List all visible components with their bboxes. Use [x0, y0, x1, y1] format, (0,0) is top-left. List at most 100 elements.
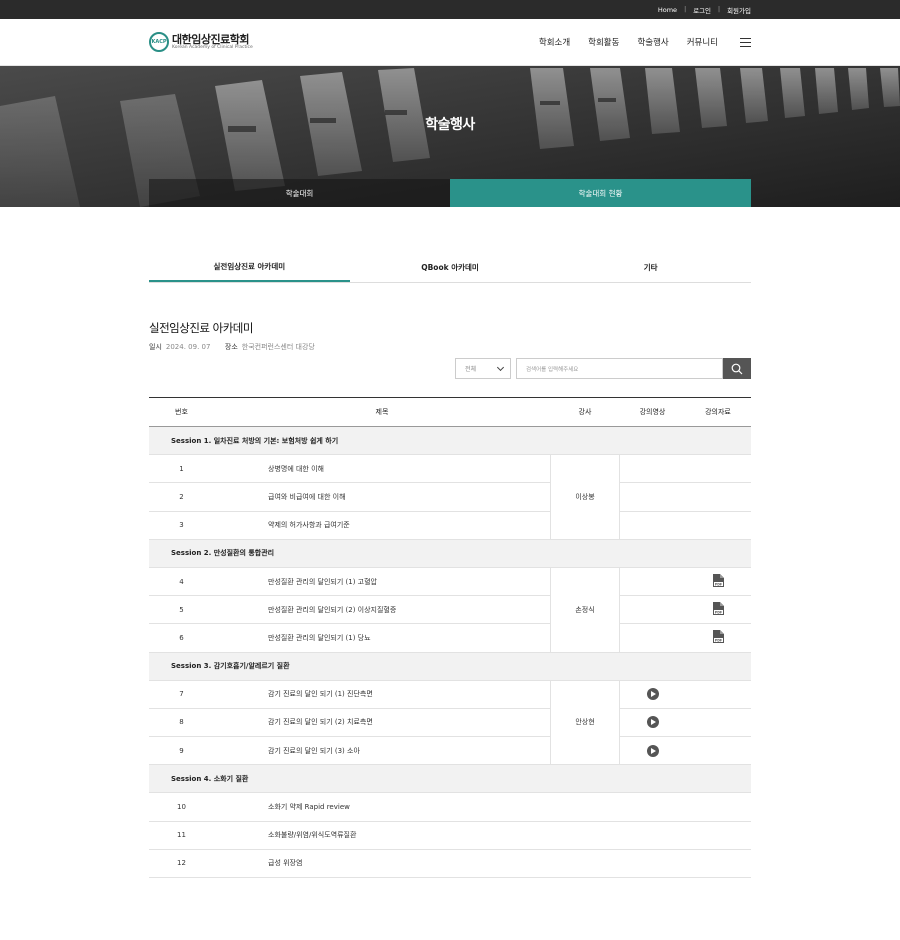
row-number: 11 [177, 831, 186, 840]
table-row[interactable]: 9 감기 진료의 달인 되기 (3) 소아 [149, 737, 751, 766]
nav-item-events[interactable]: 학술행사 [637, 36, 668, 48]
row-title[interactable]: 소화불량/위염/위식도역류질환 [214, 830, 550, 840]
divider: | [718, 6, 721, 13]
event-place: 한국컨퍼런스센터 대강당 [241, 343, 315, 351]
lecturer-name: 손정식 [550, 567, 620, 652]
row-number: 12 [177, 859, 186, 868]
play-icon[interactable] [646, 744, 659, 757]
nav-item-community[interactable]: 커뮤니티 [687, 36, 718, 48]
page-title: 학술행사 [425, 117, 475, 133]
logo-mark: KACP [149, 32, 169, 52]
col-material: 강의자료 [705, 408, 731, 416]
svg-text:PDF: PDF [714, 582, 721, 586]
pdf-icon[interactable]: PDF [712, 574, 724, 589]
hero-tabs: 학술대회 학술대회 현황 [149, 179, 751, 207]
event-info: 실전임상진료 아카데미 일시 2024. 09. 07 장소 한국컨퍼런스센터 대강… [149, 320, 315, 352]
session-title: Session 3. 감기호흡기/알레르기 질환 [171, 662, 290, 671]
col-video: 강의영상 [639, 408, 666, 416]
col-no: 번호 [175, 408, 188, 416]
select-value: 전체 [465, 366, 477, 373]
nav-item-about[interactable]: 학회소개 [539, 36, 570, 48]
search-icon [731, 363, 743, 374]
row-number: 7 [179, 690, 184, 699]
row-title[interactable]: 급성 위장염 [214, 858, 550, 868]
table-row[interactable]: 5 만성질환 관리의 달인되기 (2) 이상지질혈증 PDF [149, 596, 751, 625]
place-label: 장소 [224, 343, 238, 351]
search-button[interactable] [723, 358, 751, 379]
row-number: 4 [179, 577, 184, 586]
pdf-icon[interactable]: PDF [712, 630, 724, 645]
session-title: Session 4. 소화기 질환 [171, 774, 249, 783]
table-row[interactable]: 10 소화기 약제 Rapid review [149, 793, 751, 822]
row-title[interactable]: 약제의 허가사항과 급여기준 [214, 520, 550, 530]
row-title[interactable]: 만성질환 관리의 달인되기 (2) 이상지질혈증 [214, 605, 550, 615]
table-row[interactable]: 11 소화불량/위염/위식도역류질환 [149, 822, 751, 850]
site-logo[interactable]: KACP 대한임상진료학회 Korean Academy of Clinical… [149, 32, 253, 52]
row-video-cell [620, 744, 685, 757]
table-row[interactable]: 1 상병명에 대한 이해 [149, 455, 751, 484]
logo-name-en: Korean Academy of Clinical Practice [172, 44, 253, 50]
site-header: KACP 대한임상진료학회 Korean Academy of Clinical… [0, 19, 900, 66]
table-row[interactable]: 3 약제의 허가사항과 급여기준 [149, 512, 751, 540]
lecture-table: 번호 제목 강사 강의영상 강의자료 Session 1. 일차진료 처방의 기… [149, 397, 751, 878]
logo-name-ko: 대한임상진료학회 [172, 32, 249, 46]
utility-bar: Home | 로그인 | 회원가입 [0, 0, 900, 19]
row-number: 2 [179, 492, 184, 501]
row-material-cell: PDF [685, 602, 751, 617]
table-row[interactable]: 6 만성질환 관리의 달인되기 (1) 당뇨 PDF [149, 624, 751, 653]
row-title[interactable]: 급여와 비급여에 대한 이해 [214, 492, 550, 502]
tab-etc[interactable]: 기타 [550, 252, 751, 282]
row-title[interactable]: 상병명에 대한 이해 [214, 464, 550, 474]
col-title: 제목 [375, 408, 389, 416]
row-title[interactable]: 소화기 약제 Rapid review [214, 802, 550, 812]
row-title[interactable]: 만성질환 관리의 달인되기 (1) 당뇨 [214, 633, 550, 643]
divider: | [684, 6, 687, 13]
tab-conference-status[interactable]: 학술대회 현황 [450, 179, 751, 207]
svg-text:PDF: PDF [714, 639, 721, 643]
play-icon[interactable] [646, 716, 659, 729]
tab-clinical-academy[interactable]: 실전임상진료 아카데미 [149, 252, 350, 282]
event-date: 2024. 09. 07 [165, 343, 211, 351]
join-link[interactable]: 회원가입 [727, 5, 751, 15]
table-row[interactable]: 7 감기 진료의 달인 되기 (1) 진단측면 [149, 681, 751, 709]
lecturer-name: 안상현 [550, 680, 620, 765]
col-lecturer: 강사 [578, 408, 592, 416]
row-title[interactable]: 감기 진료의 달인 되기 (2) 치료측면 [214, 717, 550, 727]
row-number: 5 [179, 605, 184, 614]
search-bar: 전체 검색어를 입력해주세요 [455, 358, 751, 379]
table-row[interactable]: 2 급여와 비급여에 대한 이해 [149, 483, 751, 512]
row-material-cell: PDF [685, 630, 751, 645]
login-link[interactable]: 로그인 [693, 5, 711, 15]
table-row[interactable]: 12 급성 위장염 [149, 850, 751, 878]
row-title[interactable]: 감기 진료의 달인 되기 (1) 진단측면 [214, 689, 550, 699]
row-video-cell [620, 688, 685, 701]
category-select[interactable]: 전체 [455, 358, 511, 379]
row-material-cell: PDF [685, 574, 751, 589]
table-row[interactable]: 8 감기 진료의 달인 되기 (2) 치료측면 [149, 709, 751, 738]
tab-conference[interactable]: 학술대회 [149, 179, 450, 207]
hamburger-icon[interactable] [740, 37, 751, 47]
svg-text:PDF: PDF [714, 611, 721, 615]
row-title[interactable]: 감기 진료의 달인 되기 (3) 소아 [214, 746, 550, 756]
session-row: Session 1. 일차진료 처방의 기본: 보험처방 쉽게 하기 [149, 427, 751, 456]
row-video-cell [620, 716, 685, 729]
row-number: 9 [179, 746, 184, 755]
session-title: Session 1. 일차진료 처방의 기본: 보험처방 쉽게 하기 [171, 436, 339, 445]
event-title: 실전임상진료 아카데미 [149, 321, 253, 335]
search-input[interactable]: 검색어를 입력해주세요 [516, 358, 723, 379]
event-meta: 일시 2024. 09. 07 장소 한국컨퍼런스센터 대강당 [149, 342, 315, 352]
row-number: 3 [179, 521, 184, 530]
session-row: Session 3. 감기호흡기/알레르기 질환 [149, 652, 751, 681]
date-label: 일시 [149, 343, 162, 351]
sub-tabs: 실전임상진료 아카데미 QBook 아카데미 기타 [149, 252, 751, 283]
nav-item-activities[interactable]: 학회활동 [588, 36, 619, 48]
row-title[interactable]: 만성질환 관리의 달인되기 (1) 고혈압 [214, 577, 550, 587]
tab-qbook-academy[interactable]: QBook 아카데미 [350, 252, 551, 282]
chevron-down-icon [496, 363, 505, 371]
session-row: Session 2. 만성질환의 통합관리 [149, 539, 751, 568]
home-link[interactable]: Home [658, 6, 677, 14]
table-row[interactable]: 4 만성질환 관리의 달인되기 (1) 고혈압 PDF [149, 568, 751, 597]
play-icon[interactable] [646, 688, 659, 701]
pdf-icon[interactable]: PDF [712, 602, 724, 617]
row-number: 6 [179, 633, 184, 642]
